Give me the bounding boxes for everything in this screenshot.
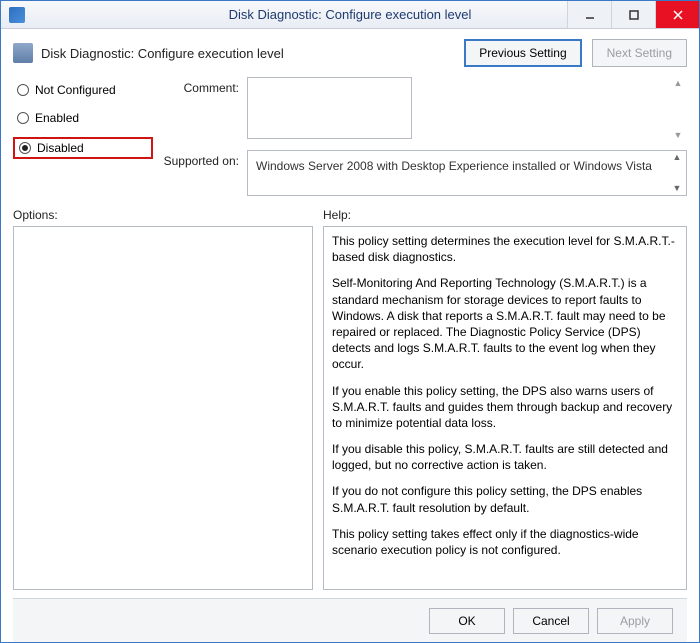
radio-icon — [17, 84, 29, 96]
titlebar[interactable]: Disk Diagnostic: Configure execution lev… — [1, 1, 699, 29]
maximize-button[interactable] — [611, 1, 655, 28]
comment-scroll: ▲ ▼ — [671, 79, 685, 140]
supported-text: Windows Server 2008 with Desktop Experie… — [256, 159, 652, 173]
help-paragraph: This policy setting determines the execu… — [332, 233, 678, 265]
next-setting-button: Next Setting — [592, 39, 687, 67]
radio-label: Enabled — [35, 111, 79, 125]
radio-icon — [17, 112, 29, 124]
footer: OK Cancel Apply — [13, 598, 687, 642]
minimize-button[interactable] — [567, 1, 611, 28]
content-area: Disk Diagnostic: Configure execution lev… — [1, 29, 699, 642]
radio-not-configured[interactable]: Not Configured — [13, 81, 153, 99]
close-button[interactable] — [655, 1, 699, 28]
comment-row: Comment: ▲ ▼ — [161, 77, 687, 142]
header-row: Disk Diagnostic: Configure execution lev… — [13, 39, 687, 67]
radio-label: Not Configured — [35, 83, 116, 97]
supported-label: Supported on: — [161, 150, 239, 196]
supported-scroll: ▲ ▼ — [670, 153, 684, 193]
fields-column: Comment: ▲ ▼ Supported on: Windows Serve… — [161, 77, 687, 196]
previous-setting-button[interactable]: Previous Setting — [464, 39, 581, 67]
policy-icon — [13, 43, 33, 63]
supported-box: Windows Server 2008 with Desktop Experie… — [247, 150, 687, 196]
comment-label: Comment: — [161, 77, 239, 142]
cancel-button[interactable]: Cancel — [513, 608, 589, 634]
scroll-up-icon[interactable]: ▲ — [671, 79, 685, 88]
policy-title: Disk Diagnostic: Configure execution lev… — [41, 46, 284, 61]
radio-icon — [19, 142, 31, 154]
help-panel: Help: This policy setting determines the… — [323, 208, 687, 590]
dialog-window: Disk Diagnostic: Configure execution lev… — [0, 0, 700, 643]
options-panel: Options: — [13, 208, 313, 590]
window-title: Disk Diagnostic: Configure execution lev… — [229, 7, 472, 22]
help-paragraph: If you do not configure this policy sett… — [332, 483, 678, 515]
options-label: Options: — [13, 208, 313, 222]
radio-label: Disabled — [37, 141, 84, 155]
lower-section: Options: Help: This policy setting deter… — [13, 208, 687, 590]
help-paragraph: If you enable this policy setting, the D… — [332, 383, 678, 432]
options-box[interactable] — [13, 226, 313, 590]
scroll-up-icon[interactable]: ▲ — [670, 153, 684, 162]
window-controls — [567, 1, 699, 28]
radio-enabled[interactable]: Enabled — [13, 109, 153, 127]
ok-button[interactable]: OK — [429, 608, 505, 634]
help-box[interactable]: This policy setting determines the execu… — [323, 226, 687, 590]
comment-input[interactable] — [247, 77, 412, 139]
nav-buttons: Previous Setting Next Setting — [464, 39, 687, 67]
scroll-down-icon[interactable]: ▼ — [671, 131, 685, 140]
apply-button: Apply — [597, 608, 673, 634]
scroll-down-icon[interactable]: ▼ — [670, 184, 684, 193]
supported-row: Supported on: Windows Server 2008 with D… — [161, 150, 687, 196]
top-section: Not Configured Enabled Disabled Comment: — [13, 77, 687, 196]
radio-group: Not Configured Enabled Disabled — [13, 77, 153, 196]
radio-disabled[interactable]: Disabled — [13, 137, 153, 159]
help-paragraph: Self-Monitoring And Reporting Technology… — [332, 275, 678, 372]
help-paragraph: If you disable this policy, S.M.A.R.T. f… — [332, 441, 678, 473]
help-paragraph: This policy setting takes effect only if… — [332, 526, 678, 558]
help-label: Help: — [323, 208, 687, 222]
app-icon — [9, 7, 25, 23]
